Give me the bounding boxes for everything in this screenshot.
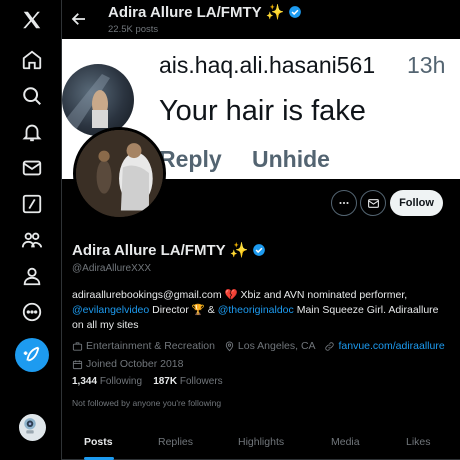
location-pin-icon xyxy=(225,341,234,352)
followers-stat[interactable]: 187K Followers xyxy=(153,376,222,387)
profile-website[interactable]: fanvue.com/adiraallure xyxy=(324,339,445,354)
x-logo-icon[interactable] xyxy=(20,8,44,32)
broken-heart-emoji: 💔 xyxy=(224,289,238,301)
profile-category: Entertainment & Recreation xyxy=(72,339,215,354)
more-options-button[interactable] xyxy=(331,190,357,216)
profile-main: Adira Allure LA/FMTY ✨ 22.5K posts ais.h… xyxy=(62,0,460,460)
back-arrow-icon[interactable] xyxy=(70,10,88,28)
bio-mention-theoriginaldoc[interactable]: @theoriginaldoc xyxy=(218,304,294,316)
tab-highlights[interactable]: Highlights xyxy=(238,436,284,448)
banner-tweet-text: Your hair is fake xyxy=(159,95,366,127)
bell-icon[interactable] xyxy=(20,120,44,144)
left-nav xyxy=(0,0,62,460)
profile-joined: Joined October 2018 xyxy=(72,357,183,372)
profile-stats: 1,344 Following 187K Followers xyxy=(72,376,223,387)
banner-username: ais.haq.ali.hasani561 xyxy=(159,52,376,78)
banner-time: 13h xyxy=(407,52,446,78)
trophy-emoji: 🏆 xyxy=(191,304,205,316)
follow-button[interactable]: Follow xyxy=(390,190,443,216)
home-icon[interactable] xyxy=(20,48,44,72)
verified-badge-icon xyxy=(253,244,266,256)
sparkles-emoji: ✨ xyxy=(229,242,249,259)
banner-unhide: Unhide xyxy=(252,146,330,172)
profile-handle: @AdiraAllureXXX xyxy=(72,263,152,274)
header-name: Adira Allure LA/FMTY ✨ xyxy=(108,3,302,21)
sparkles-emoji: ✨ xyxy=(265,4,285,21)
compose-button[interactable] xyxy=(15,338,49,372)
link-icon xyxy=(325,342,335,351)
briefcase-icon xyxy=(72,342,83,351)
profile-meta: Entertainment & Recreation Los Angeles, … xyxy=(72,339,457,375)
people-icon[interactable] xyxy=(20,228,44,252)
mail-icon xyxy=(367,198,379,208)
profile-tabs: Posts Replies Highlights Media Likes xyxy=(62,424,460,460)
profile-header: Adira Allure LA/FMTY ✨ 22.5K posts xyxy=(62,0,460,39)
profile-avatar[interactable] xyxy=(73,127,166,220)
slash-box-icon[interactable] xyxy=(20,192,44,216)
profile-bio: adiraallurebookings@gmail.com 💔 Xbiz and… xyxy=(72,289,439,331)
person-icon[interactable] xyxy=(20,264,44,288)
account-avatar[interactable] xyxy=(19,414,46,441)
tab-posts[interactable]: Posts xyxy=(84,436,113,448)
more-dots-icon xyxy=(339,201,349,205)
banner-avatar xyxy=(62,64,134,136)
verified-badge-icon xyxy=(289,6,302,18)
tab-replies[interactable]: Replies xyxy=(158,436,193,448)
profile-name: Adira Allure LA/FMTY ✨ xyxy=(72,241,266,259)
tab-media[interactable]: Media xyxy=(331,436,360,448)
banner-reply: Reply xyxy=(159,146,222,172)
bio-mention-evilangelvideo[interactable]: @evilangelvideo xyxy=(72,304,149,316)
mail-icon[interactable] xyxy=(20,156,44,180)
message-button[interactable] xyxy=(360,190,386,216)
not-followed-note: Not followed by anyone you're following xyxy=(72,398,222,408)
profile-location: Los Angeles, CA xyxy=(224,339,316,354)
post-count: 22.5K posts xyxy=(108,24,159,35)
tab-likes[interactable]: Likes xyxy=(406,436,431,448)
following-stat[interactable]: 1,344 Following xyxy=(72,376,142,387)
calendar-icon xyxy=(72,360,83,370)
search-icon[interactable] xyxy=(20,84,44,108)
more-circle-icon[interactable] xyxy=(20,300,44,324)
